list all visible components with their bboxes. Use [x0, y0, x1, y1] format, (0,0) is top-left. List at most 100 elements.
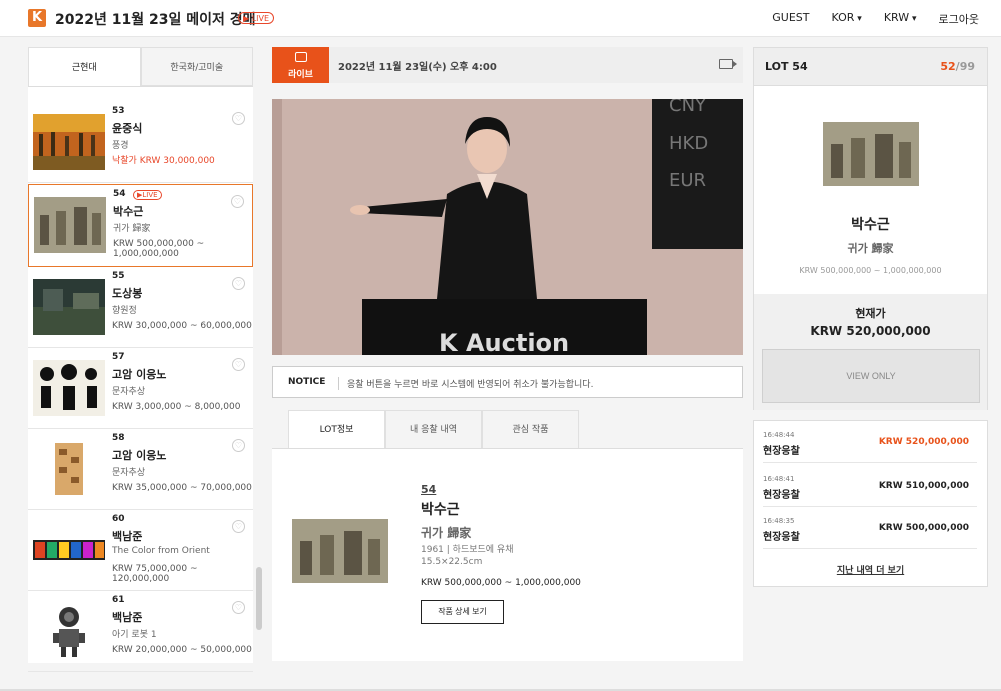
lot-info-tabs: LOT정보 내 응찰 내역 관심 작품 [288, 410, 579, 449]
podium-sign: K Auction [439, 329, 569, 355]
favorite-heart-icon[interactable]: ♡ [232, 520, 245, 533]
live-header: 라이브 2022년 11월 23일(수) 오후 4:00 [272, 47, 743, 83]
lot-title: The Color from Orient [112, 546, 210, 556]
table-row: 16:48:35 현장응찰 KRW 500,000,000 [763, 507, 977, 549]
current-lot-image [823, 122, 919, 186]
lot-title: 문자추상 [112, 468, 146, 478]
lot-number: 60 [112, 514, 125, 524]
list-item[interactable]: 61 백남준 아기 로봇 1 KRW 20,000,000 ~ 50,000,0… [28, 591, 253, 672]
bid-amount: KRW 510,000,000 [878, 481, 969, 491]
lot-thumbnail [34, 197, 106, 253]
lot-number: 53 [112, 106, 125, 116]
favorite-heart-icon[interactable]: ♡ [232, 601, 245, 614]
lot-thumbnail [33, 360, 105, 416]
lot-meta: 1961 | 하드보드에 유채 15.5×22.5cm [421, 545, 514, 567]
top-header: K 2022년 11월 23일 메이저 경매 ▶ LIVE GUEST KOR … [0, 0, 1001, 37]
guest-label: GUEST [772, 11, 810, 24]
lot-estimate: KRW 500,000,000 ~ 1,000,000,000 [421, 578, 581, 588]
page-title: 2022년 11월 23일 메이저 경매 [55, 12, 256, 28]
live-button[interactable]: 라이브 [272, 47, 329, 83]
tab-watchlist[interactable]: 관심 작품 [482, 410, 579, 449]
lot-thumbnail [33, 441, 105, 497]
lot-artist: 윤중식 [112, 122, 143, 135]
list-item-selected[interactable]: 54 ▶LIVE 박수근 귀가 歸家 KRW 500,000,000 ~ 1,0… [28, 184, 253, 267]
lot-estimate: KRW 20,000,000 ~ 50,000,000 [112, 645, 252, 655]
view-detail-button[interactable]: 작품 상세 보기 [421, 600, 504, 624]
lot-thumbnail [33, 603, 105, 659]
lot-title: 귀가 歸家 [421, 526, 472, 540]
language-dropdown[interactable]: KOR [832, 11, 862, 27]
category-tabs: 근현대 한국화/고미술 [28, 47, 253, 87]
lot-list-panel: 근현대 한국화/고미술 53 윤중식 풍경 낙찰가 KRW 30,000,000… [28, 47, 253, 672]
lot-estimate: KRW 30,000,000 ~ 60,000,000 [112, 321, 252, 331]
more-history-link[interactable]: 지난 내역 더 보기 [754, 563, 987, 576]
tv-icon [295, 52, 307, 62]
lot-artist: 백남준 [112, 530, 143, 543]
k-auction-logo[interactable]: K [28, 9, 46, 27]
lot-title: 귀가 歸家 [113, 224, 151, 234]
lot-number: 58 [112, 433, 125, 443]
lot-estimate: KRW 75,000,000 ~ 120,000,000 [112, 564, 198, 584]
lot-list-scrollbar[interactable] [256, 100, 262, 660]
favorite-heart-icon[interactable]: ♡ [232, 277, 245, 290]
bid-amount: KRW 520,000,000 [878, 437, 969, 447]
currency-eur: EUR [669, 170, 706, 191]
tab-lot-info[interactable]: LOT정보 [288, 410, 385, 449]
list-item[interactable]: 58 고암 이응노 문자추상 KRW 35,000,000 ~ 70,000,0… [28, 429, 253, 510]
bid-history-panel: 16:48:44 현장응찰 KRW 520,000,000 16:48:41 현… [753, 420, 988, 587]
lot-image[interactable] [292, 519, 388, 583]
tab-my-bids[interactable]: 내 응찰 내역 [385, 410, 482, 449]
lot-artist: 박수근 [113, 205, 144, 218]
logout-link[interactable]: 로그아웃 [939, 11, 979, 27]
list-item[interactable]: 60 백남준 The Color from Orient KRW 75,000,… [28, 510, 253, 591]
bid-type: 현장응찰 [763, 490, 800, 501]
current-lot-label: LOT 54 [765, 60, 808, 73]
lot-artist: 도상봉 [112, 287, 143, 300]
lot-hammer-price: 낙찰가 KRW 30,000,000 [112, 156, 215, 166]
favorite-heart-icon[interactable]: ♡ [231, 195, 244, 208]
bid-type: 현장응찰 [763, 446, 800, 457]
view-only-button[interactable]: VIEW ONLY [762, 349, 980, 403]
bid-type: 현장응찰 [763, 532, 800, 543]
current-lot-title: 귀가 歸家 [847, 242, 894, 255]
auction-datetime: 2022년 11월 23일(수) 오후 4:00 [338, 62, 497, 73]
video-frame: CNY HKD EUR K Auction [272, 99, 743, 355]
list-item[interactable]: 53 윤중식 풍경 낙찰가 KRW 30,000,000 ♡ [28, 102, 253, 183]
notice-text: 응찰 버튼을 누르면 바로 시스템에 반영되어 취소가 불가능합니다. [338, 377, 593, 390]
video-camera-icon[interactable] [719, 59, 737, 69]
lot-thumbnail [33, 522, 105, 578]
list-item[interactable]: 57 고암 이응노 문자추상 KRW 3,000,000 ~ 8,000,000… [28, 348, 253, 429]
current-lot-header: LOT 54 52/99 [754, 48, 987, 86]
lot-title: 문자추상 [112, 387, 146, 397]
favorite-heart-icon[interactable]: ♡ [232, 439, 245, 452]
notice-label: NOTICE [288, 377, 326, 387]
lot-title: 아기 로봇 1 [112, 630, 157, 640]
tab-modern[interactable]: 근현대 [28, 47, 141, 86]
bid-time: 16:48:44 [763, 431, 795, 439]
lot-artist: 고암 이응노 [112, 449, 167, 462]
favorite-heart-icon[interactable]: ♡ [232, 112, 245, 125]
tab-korean-classic[interactable]: 한국화/고미술 [140, 47, 253, 86]
current-price-box: 현재가 KRW 520,000,000 VIEW ONLY [754, 294, 987, 410]
lot-number: 54 [421, 483, 437, 496]
favorite-heart-icon[interactable]: ♡ [232, 358, 245, 371]
current-price-value: KRW 520,000,000 [810, 324, 931, 338]
lot-number: 57 [112, 352, 125, 362]
lot-detail-panel: 54 박수근 귀가 歸家 1961 | 하드보드에 유채 15.5×22.5cm… [272, 449, 743, 661]
lot-artist: 백남준 [112, 611, 143, 624]
lot-progress-count: 52/99 [940, 60, 975, 73]
current-lot-panel: LOT 54 52/99 박수근 귀가 歸家 KRW 500,000,000 ~… [753, 47, 988, 410]
bid-amount: KRW 500,000,000 [878, 523, 969, 533]
live-badge: ▶ LIVE [238, 12, 275, 24]
current-lot-artist: 박수근 [851, 217, 890, 233]
table-row: 16:48:41 현장응찰 KRW 510,000,000 [763, 465, 977, 507]
notice-bar: NOTICE 응찰 버튼을 누르면 바로 시스템에 반영되어 취소가 불가능합니… [272, 366, 743, 398]
live-video-stream[interactable]: CNY HKD EUR K Auction [272, 99, 743, 355]
scrollbar-thumb[interactable] [256, 567, 262, 630]
table-row: 16:48:44 현장응찰 KRW 520,000,000 [763, 421, 977, 463]
currency-hkd: HKD [669, 133, 708, 154]
lot-title: 향원정 [112, 306, 137, 316]
lot-artist: 고암 이응노 [112, 368, 167, 381]
currency-dropdown[interactable]: KRW [884, 11, 917, 27]
list-item[interactable]: 55 도상봉 향원정 KRW 30,000,000 ~ 60,000,000 ♡ [28, 267, 253, 348]
